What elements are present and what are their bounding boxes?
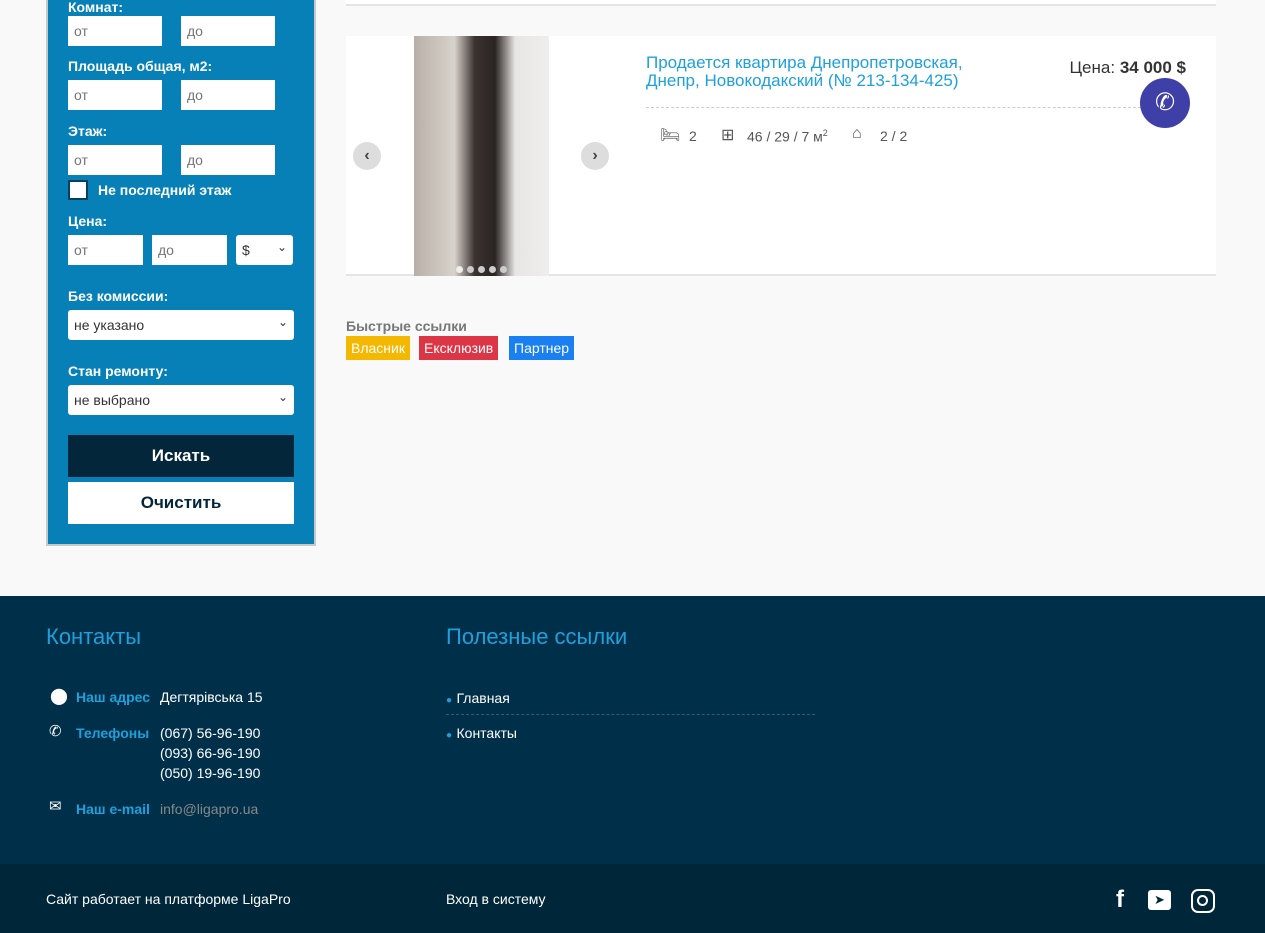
search-filter-panel: Комнат: Площадь общая, м2: Этаж: Не посл… [46,0,316,546]
next-photo-button[interactable]: › [581,142,609,170]
area-value: 46 / 29 / 7 м2 [747,128,828,145]
commission-select[interactable]: не указано ⌄ [68,310,294,340]
phone-icon: ✆ [49,723,62,740]
not-last-floor-label: Не последний этаж [98,182,232,198]
photo-dot[interactable] [467,266,474,273]
tag-partner[interactable]: Партнер [509,336,575,360]
area-from-input[interactable] [68,80,162,110]
facebook-icon[interactable]: f [1116,886,1124,914]
map-pin-icon: ⬤ [50,688,68,705]
login-link[interactable]: Вход в систему [446,889,546,909]
instagram-icon[interactable] [1191,889,1215,913]
floor-to-input[interactable] [181,145,275,175]
telegram-icon[interactable]: ➤ [1148,890,1171,910]
chevron-down-icon: ⌄ [277,315,288,329]
price-label: Цена: [68,213,108,229]
chevron-down-icon: ⌄ [277,390,288,404]
floors-value: 2 / 2 [880,128,908,144]
repair-value: не выбрано [74,392,151,408]
email-label: Наш e-mail [76,801,150,817]
phone-icon: ✆ [1154,89,1176,116]
phone-number[interactable]: (050) 19-96-190 [160,763,260,783]
footer-link-home[interactable]: ● Главная [446,688,815,715]
price-from-input[interactable] [68,235,143,265]
repair-label: Стан ремонту: [68,363,168,379]
contacts-title: Контакты [46,624,142,649]
links-title: Полезные ссылки [446,624,628,649]
not-last-floor-checkbox[interactable] [68,180,88,200]
floor-label: Этаж: [68,123,108,139]
phone-number[interactable]: (093) 66-96-190 [160,743,260,763]
top-card-remnant [346,0,1216,6]
quick-links-title: Быстрые ссылки [346,318,467,334]
listing-card: ‹ › Продается квартира Днепропетровская,… [346,36,1216,276]
price-label: Цена: [1069,58,1116,77]
rooms-label: Комнат: [68,0,124,15]
footer-bottom: Сайт работает на платформе LigaPro Вход … [0,864,1265,933]
tag-owner[interactable]: Власник [346,336,410,360]
footer-link-label: Контакты [456,725,517,741]
bed-icon: 🛏︎ [660,127,681,144]
listing-title-link[interactable]: Продается квартира Днепропетровская, Дне… [646,54,1006,90]
footer: Контакты Полезные ссылки ⬤ Наш адрес Дег… [0,596,1265,864]
search-button[interactable]: Искать [68,435,294,477]
rooms-value: 2 [689,128,697,144]
phones-label: Телефоны [76,725,150,741]
email-link[interactable]: info@ligapro.ua [160,799,258,819]
phones-list: (067) 56-96-190 (093) 66-96-190 (050) 19… [160,723,260,783]
platform-link[interactable]: Сайт работает на платформе LigaPro [46,889,291,909]
listing-photo[interactable] [414,36,549,276]
photo-dot[interactable] [489,266,496,273]
price-value: 34 000 $ [1119,58,1186,77]
photo-dot[interactable] [456,266,463,273]
currency-select[interactable]: $ ⌄ [236,235,293,265]
tag-exclusive[interactable]: Ексклюзив [419,336,499,360]
area-label: Площадь общая, м2: [68,58,213,74]
commission-value: не указано [74,317,145,333]
commission-label: Без комиссии: [68,288,169,304]
rooms-to-input[interactable] [181,16,275,46]
rooms-from-input[interactable] [68,16,162,46]
bullet-icon: ● [446,730,453,741]
floor-from-input[interactable] [68,145,162,175]
house-icon: ⌂ [852,125,862,142]
divider [646,107,1146,108]
bullet-icon: ● [446,695,453,706]
address-label: Наш адрес [76,689,151,705]
photo-dots [414,266,549,273]
chevron-down-icon: ⌄ [276,240,287,254]
area-icon: ⊞ [721,127,735,144]
area-sup: 2 [822,128,828,138]
call-button[interactable]: ✆ [1140,78,1190,128]
envelope-icon: ✉ [49,798,62,815]
footer-link-contacts[interactable]: ● Контакты [446,723,517,743]
area-to-input[interactable] [181,80,275,110]
photo-dot[interactable] [500,266,507,273]
footer-link-label: Главная [456,690,510,706]
area-text: 46 / 29 / 7 м [747,128,823,145]
currency-value: $ [242,242,250,258]
repair-select[interactable]: не выбрано ⌄ [68,385,294,415]
photo-dot[interactable] [478,266,485,273]
phone-number[interactable]: (067) 56-96-190 [160,723,260,743]
prev-photo-button[interactable]: ‹ [353,142,381,170]
clear-button[interactable]: Очистить [68,482,294,524]
address-value: Дегтярівська 15 [160,689,263,705]
price-to-input[interactable] [152,235,227,265]
